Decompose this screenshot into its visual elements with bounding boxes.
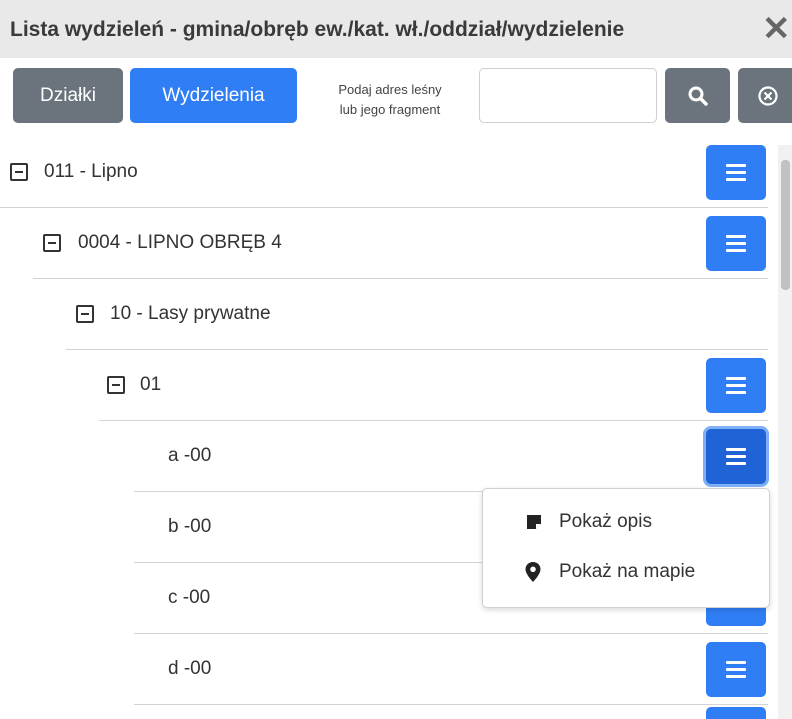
search-hint: Podaj adres leśny lub jego fragment: [320, 80, 460, 120]
scrollbar-thumb[interactable]: [781, 160, 790, 290]
menu-item-label: Pokaż na mapie: [559, 561, 696, 582]
menu-item-pokaz-opis[interactable]: Pokaż opis: [527, 511, 652, 533]
tree-row-label: a -00: [168, 445, 212, 466]
row-context-menu: Pokaż opis Pokaż na mapie: [482, 488, 770, 608]
close-icon[interactable]: ✕: [762, 12, 791, 46]
tree-row-obreb[interactable]: 0004 - LIPNO OBRĘB 4: [33, 208, 768, 279]
tree-row-kategoria[interactable]: 10 - Lasy prywatne: [66, 279, 768, 350]
search-input[interactable]: [479, 68, 657, 123]
row-menu-button[interactable]: [706, 642, 766, 697]
tree-row-label: 0004 - LIPNO OBRĘB 4: [78, 232, 282, 253]
row-menu-button-partial[interactable]: [706, 707, 766, 719]
note-icon: [527, 515, 541, 529]
tree-row-label: 10 - Lasy prywatne: [110, 303, 271, 324]
collapse-icon[interactable]: [76, 305, 94, 323]
menu-item-pokaz-na-mapie[interactable]: Pokaż na mapie: [525, 561, 696, 583]
search-button[interactable]: [665, 68, 730, 123]
collapse-icon[interactable]: [10, 163, 28, 181]
search-hint-line1: Podaj adres leśny: [338, 82, 442, 97]
tree-row-label: c -00: [168, 587, 211, 608]
window-title: Lista wydzieleń - gmina/obręb ew./kat. w…: [10, 18, 625, 41]
search-icon: [688, 86, 708, 106]
row-menu-button[interactable]: [706, 145, 766, 200]
tree-row-gmina[interactable]: 011 - Lipno: [0, 137, 768, 208]
wydzielenia-button[interactable]: Wydzielenia: [130, 68, 297, 123]
menu-item-label: Pokaż opis: [559, 511, 652, 532]
clear-button[interactable]: [738, 68, 792, 123]
tree-row-label: 01: [140, 374, 162, 395]
row-menu-button[interactable]: [706, 358, 766, 413]
collapse-icon[interactable]: [43, 234, 61, 252]
tree-row-wydzielenie-d[interactable]: d -00: [134, 634, 768, 705]
search-hint-line2: lub jego fragment: [339, 102, 441, 117]
dzialki-button[interactable]: Działki: [13, 68, 123, 123]
tree-row-label: d -00: [168, 658, 212, 679]
tree-row-oddzial[interactable]: 01: [99, 350, 768, 421]
tree-row-label: 011 - Lipno: [44, 161, 138, 182]
row-menu-button[interactable]: [706, 429, 766, 484]
row-menu-button[interactable]: [706, 216, 766, 271]
tree-row-label: b -00: [168, 516, 212, 537]
clear-circle-icon: [758, 85, 778, 106]
collapse-icon[interactable]: [107, 376, 125, 394]
tree-row-wydzielenie-a[interactable]: a -00: [134, 421, 768, 492]
map-marker-icon: [525, 562, 541, 582]
window-titlebar: Lista wydzieleń - gmina/obręb ew./kat. w…: [0, 0, 792, 58]
